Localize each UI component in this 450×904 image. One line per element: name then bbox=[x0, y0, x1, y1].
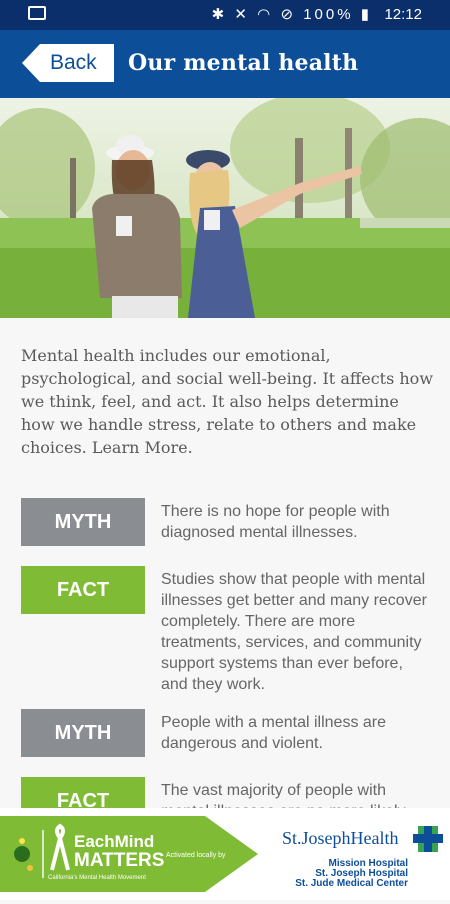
cross-logo-icon bbox=[413, 826, 443, 852]
content-area[interactable]: Mental health includes our emotional, ps… bbox=[0, 318, 450, 808]
logo-dots-icon bbox=[14, 846, 30, 862]
hero-image bbox=[0, 98, 450, 318]
intro-text: Mental health includes our emotional, ps… bbox=[21, 346, 434, 457]
row-text: There is no hope for people with diagnos… bbox=[161, 503, 390, 541]
status-icons: ✱ ✕ ◠ ⊘ 100% ▮ bbox=[212, 5, 372, 23]
footer-graphic: EachMind MATTERS California's Mental Hea… bbox=[0, 816, 443, 892]
svg-text:St.JosephHealth: St.JosephHealth bbox=[282, 828, 399, 848]
svg-text:California's Mental Health Mov: California's Mental Health Movement bbox=[48, 875, 146, 881]
fact-badge: FACT bbox=[21, 777, 145, 808]
page-title: Our mental health bbox=[128, 50, 359, 76]
myth-badge: MYTH bbox=[21, 498, 145, 546]
svg-text:EachMind: EachMind bbox=[74, 832, 154, 851]
row-text: People with a mental illness are dangero… bbox=[161, 714, 387, 752]
footer-banner: EachMind MATTERS California's Mental Hea… bbox=[0, 808, 450, 900]
svg-text:St. Jude Medical Center: St. Jude Medical Center bbox=[295, 878, 408, 889]
svg-text:MATTERS: MATTERS bbox=[74, 850, 164, 871]
status-bar: ✱ ✕ ◠ ⊘ 100% ▮ 12:12 bbox=[0, 0, 450, 30]
bluetooth-icon: ✱ bbox=[211, 6, 228, 23]
row-text: Studies show that people with mental ill… bbox=[161, 571, 427, 693]
wifi-icon: ◠ bbox=[257, 6, 274, 23]
clock: 12:12 bbox=[384, 6, 422, 23]
fact-badge: FACT bbox=[21, 566, 145, 614]
back-label: Back bbox=[50, 51, 97, 74]
row-text: The vast majority of people with mental … bbox=[161, 782, 406, 808]
mute-icon: ✕ bbox=[234, 6, 250, 23]
battery-icon: ▮ bbox=[360, 6, 372, 23]
svg-text:Activated locally by: Activated locally by bbox=[166, 852, 226, 859]
dnd-icon: ⊘ bbox=[280, 6, 297, 23]
myth-badge: MYTH bbox=[21, 709, 145, 757]
battery-level: 100% bbox=[303, 6, 354, 23]
back-button[interactable]: Back bbox=[22, 44, 114, 82]
app-bar: Back Our mental health bbox=[0, 30, 450, 98]
image-notification-icon bbox=[28, 6, 46, 20]
